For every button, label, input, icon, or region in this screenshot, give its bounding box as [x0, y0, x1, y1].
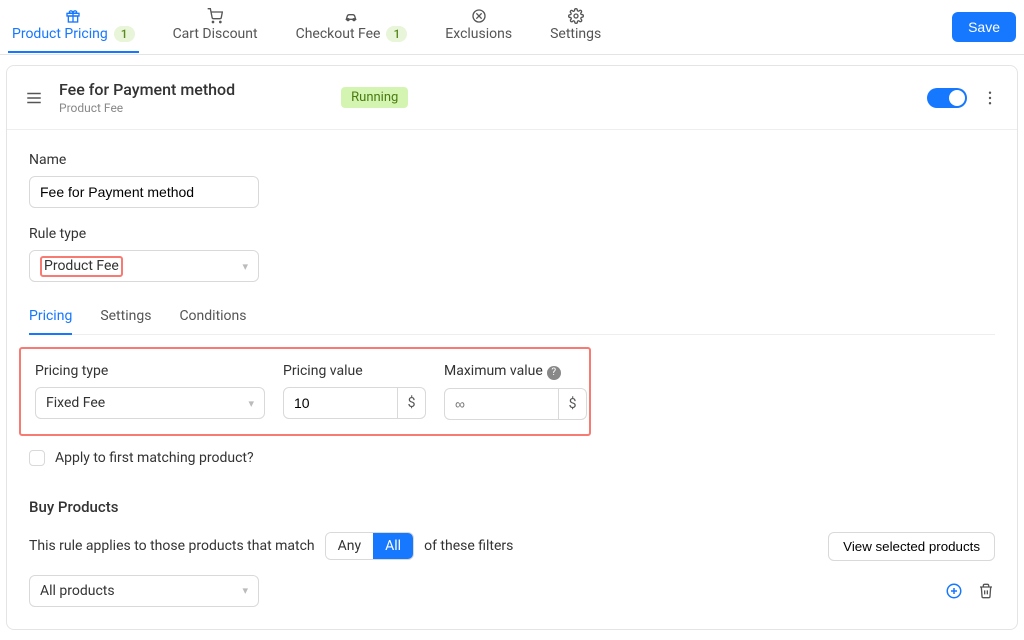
product-filter-select[interactable]: All products ▾ — [29, 575, 259, 607]
pricing-type-select[interactable]: Fixed Fee ▾ — [35, 387, 265, 419]
pricing-type-label: Pricing type — [35, 363, 265, 379]
card-header: Fee for Payment method Product Fee Runni… — [7, 66, 1017, 130]
tab-settings[interactable]: Settings — [546, 2, 605, 52]
pricing-value-unit: $ — [398, 387, 426, 419]
seg-any[interactable]: Any — [326, 533, 374, 559]
tab-checkout-fee[interactable]: Checkout Fee 1 — [292, 2, 412, 52]
tab-label: Cart Discount — [173, 26, 258, 42]
add-filter-button[interactable] — [945, 582, 963, 600]
tab-badge: 1 — [114, 26, 135, 42]
more-icon[interactable] — [981, 89, 999, 107]
match-suffix: of these filters — [424, 538, 513, 554]
exclude-icon — [471, 8, 487, 24]
ruletype-select[interactable]: Product Fee ▾ — [29, 250, 259, 282]
tab-label: Exclusions — [445, 26, 512, 42]
max-value-unit: $ — [559, 388, 587, 420]
name-label: Name — [29, 152, 995, 168]
top-nav: Product Pricing 1 Cart Discount Checkout … — [0, 0, 1024, 55]
match-segmented: Any All — [325, 532, 414, 560]
tab-cart-discount[interactable]: Cart Discount — [169, 2, 262, 52]
tab-badge: 1 — [386, 26, 407, 42]
chevron-down-icon: ▾ — [242, 260, 248, 273]
subtab-pricing[interactable]: Pricing — [29, 300, 72, 334]
ruletype-label: Rule type — [29, 226, 995, 242]
chevron-down-icon: ▾ — [248, 397, 254, 410]
gear-icon — [568, 8, 584, 24]
pricing-value-input[interactable] — [283, 387, 398, 419]
status-badge: Running — [341, 87, 408, 108]
cart-icon — [207, 8, 223, 24]
car-icon — [343, 8, 359, 24]
menu-icon[interactable] — [25, 89, 43, 107]
name-input[interactable] — [29, 176, 259, 208]
subtab-settings[interactable]: Settings — [100, 300, 151, 334]
chevron-down-icon: ▾ — [242, 584, 248, 597]
delete-filter-button[interactable] — [977, 582, 995, 600]
subtab-conditions[interactable]: Conditions — [179, 300, 246, 334]
tab-label: Product Pricing — [12, 26, 108, 42]
rule-title: Fee for Payment method — [59, 80, 235, 99]
max-value-label: Maximum value? — [444, 363, 587, 380]
max-value-input[interactable] — [444, 388, 559, 420]
enable-toggle[interactable] — [927, 88, 967, 108]
pricing-value-label: Pricing value — [283, 363, 426, 379]
pricing-type-value: Fixed Fee — [46, 395, 105, 411]
gift-icon — [65, 8, 81, 24]
match-prefix: This rule applies to those products that… — [29, 538, 315, 554]
save-button[interactable]: Save — [952, 12, 1016, 42]
pricing-highlight-box: Pricing type Fixed Fee ▾ Pricing value $… — [19, 347, 591, 436]
rule-subtitle: Product Fee — [59, 101, 235, 115]
tab-label: Settings — [550, 26, 601, 42]
tab-exclusions[interactable]: Exclusions — [441, 2, 516, 52]
tab-product-pricing[interactable]: Product Pricing 1 — [8, 2, 139, 52]
seg-all[interactable]: All — [373, 533, 413, 559]
rule-card: Fee for Payment method Product Fee Runni… — [6, 65, 1018, 630]
ruletype-value: Product Fee — [40, 256, 123, 277]
buy-products-title: Buy Products — [29, 498, 995, 516]
product-filter-value: All products — [40, 583, 115, 599]
help-icon[interactable]: ? — [547, 366, 561, 380]
view-selected-button[interactable]: View selected products — [828, 532, 995, 561]
apply-first-checkbox[interactable] — [29, 450, 45, 466]
tab-label: Checkout Fee — [296, 26, 381, 42]
apply-first-label: Apply to first matching product? — [55, 450, 254, 466]
